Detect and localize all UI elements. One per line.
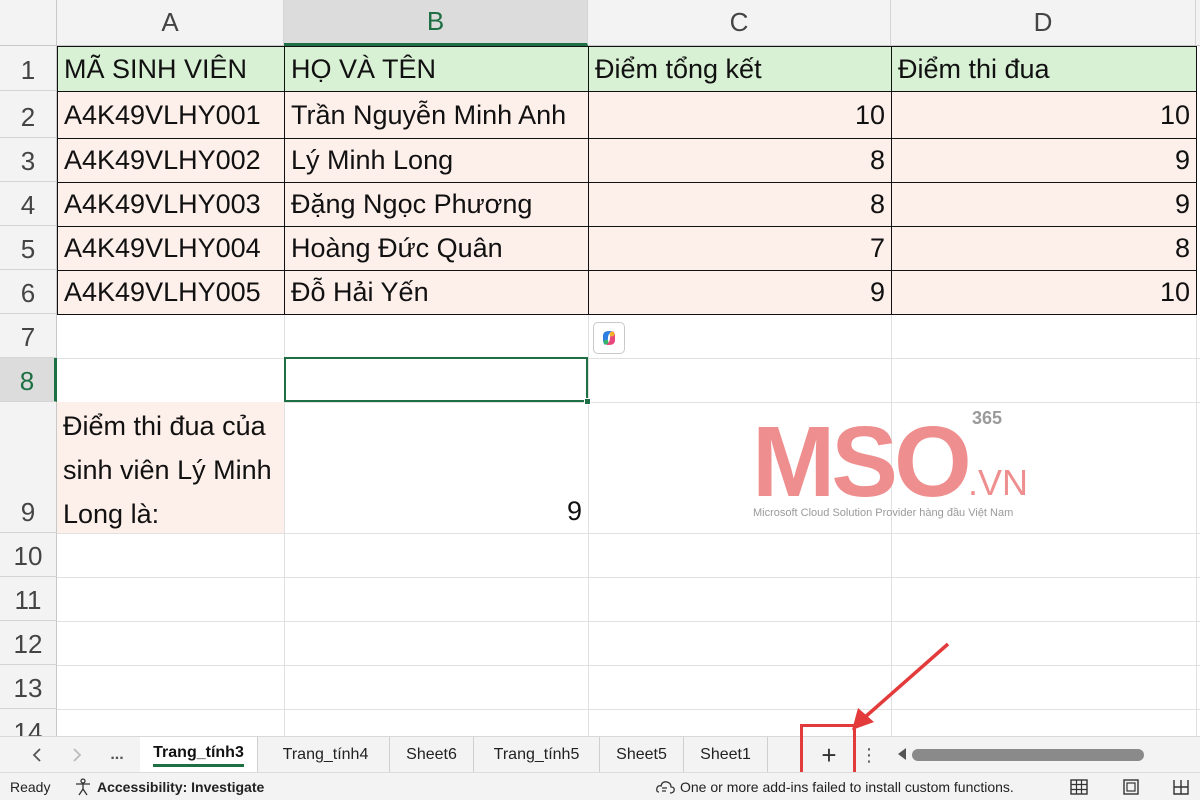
chevron-right-icon — [73, 748, 82, 762]
next-sheet-button[interactable] — [62, 737, 92, 773]
horizontal-scrollbar[interactable] — [896, 737, 1200, 773]
highlight-box — [800, 724, 856, 778]
more-sheets-button[interactable]: ... — [102, 737, 132, 773]
scroll-left-icon[interactable] — [898, 748, 906, 760]
accessibility-icon — [76, 778, 90, 796]
sheet-tab-trang-tinh3[interactable]: Trang_tính3 — [140, 737, 258, 773]
sheet-tab-label: Trang_tính5 — [493, 746, 580, 763]
sheet-tab-sheet6[interactable]: Sheet6 — [390, 737, 474, 773]
scroll-thumb[interactable] — [912, 749, 1144, 761]
sheet-tab-sheet5[interactable]: Sheet5 — [600, 737, 684, 773]
arrow-annotation — [852, 642, 950, 730]
tab-options-icon[interactable]: ⋮ — [860, 737, 878, 773]
sheet-tab-trang-tinh5[interactable]: Trang_tính5 — [474, 737, 600, 773]
page-break-view-button[interactable] — [1166, 775, 1196, 799]
chevron-left-icon — [32, 748, 41, 762]
page-break-view-icon — [1173, 780, 1189, 795]
normal-view-button[interactable] — [1064, 775, 1094, 799]
sheet-tab-label: Trang_tính3 — [153, 744, 244, 767]
status-ready: Ready — [10, 779, 51, 795]
addin-message[interactable]: One or more add-ins failed to install cu… — [656, 773, 1014, 800]
sheet-tab-label: Sheet5 — [616, 746, 667, 763]
page-layout-view-button[interactable] — [1116, 775, 1146, 799]
addin-warning-icon — [656, 781, 675, 794]
sheet-tab-trang-tinh4[interactable]: Trang_tính4 — [262, 737, 390, 773]
normal-view-icon — [1070, 779, 1088, 795]
prev-sheet-button[interactable] — [22, 737, 52, 773]
sheet-tab-label: Sheet1 — [700, 746, 751, 763]
status-bar: Ready Accessibility: Investigate One or … — [0, 772, 1200, 800]
sheet-tab-sheet1[interactable]: Sheet1 — [684, 737, 768, 773]
page-layout-view-icon — [1123, 779, 1139, 795]
sheet-tab-label: Trang_tính4 — [282, 746, 369, 763]
sheet-tab-bar: ... Trang_tính3 Trang_tính4 Sheet6 Trang… — [0, 736, 1200, 773]
accessibility-status[interactable]: Accessibility: Investigate — [74, 773, 264, 800]
addin-message-text: One or more add-ins failed to install cu… — [680, 779, 1014, 795]
sheet-tab-label: Sheet6 — [406, 746, 457, 763]
accessibility-label: Accessibility: Investigate — [97, 779, 265, 795]
